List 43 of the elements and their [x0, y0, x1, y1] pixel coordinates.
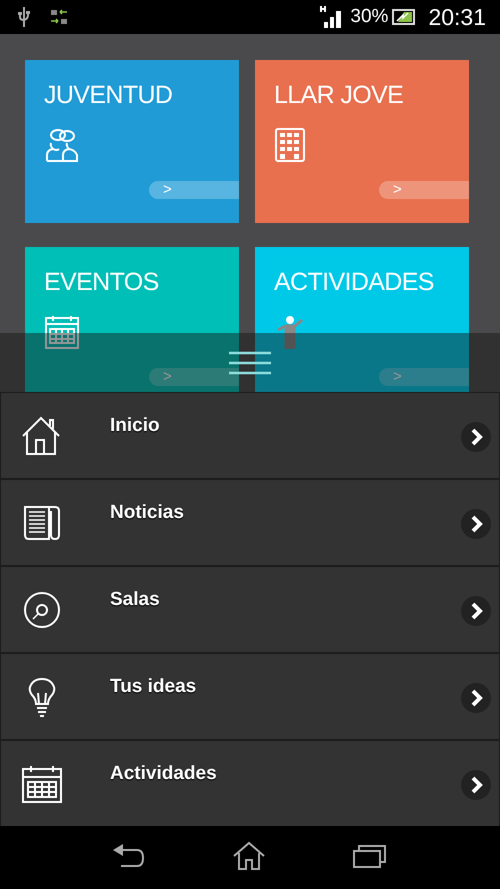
chevron-right-icon: [460, 682, 492, 714]
newspaper-icon: [23, 504, 61, 540]
usb-icon: [17, 6, 31, 28]
lightbulb-icon: [28, 676, 56, 716]
battery-charging-icon: [392, 8, 416, 26]
menu-handle-bar[interactable]: [0, 333, 500, 392]
building-icon: [275, 128, 305, 162]
menu-icon: [229, 350, 271, 374]
data-transfer-icon: [51, 9, 67, 25]
disc-icon: [23, 590, 61, 628]
tile-title: ACTIVIDADES: [274, 267, 434, 297]
menu-label: Tus ideas: [110, 675, 196, 699]
menu-item[interactable]: Actividades: [0, 741, 500, 826]
category-tile[interactable]: JUVENTUD >: [25, 60, 239, 223]
tile-title: EVENTOS: [44, 267, 159, 297]
back-icon[interactable]: [113, 844, 146, 868]
menu-item[interactable]: Noticias: [0, 480, 500, 565]
calendar-icon: [22, 764, 62, 802]
chevron-right-icon: [460, 769, 492, 801]
menu-item[interactable]: Inicio: [0, 393, 500, 478]
more-link[interactable]: >: [379, 181, 469, 199]
category-tile[interactable]: EVENTOS >: [25, 247, 239, 392]
house-icon: [22, 416, 62, 456]
calendar-icon: [45, 315, 79, 349]
people-icon: [45, 128, 79, 162]
tile-title: JUVENTUD: [44, 80, 172, 110]
home-icon[interactable]: [232, 840, 266, 870]
menu-label: Noticias: [110, 501, 184, 525]
menu-label: Salas: [110, 588, 160, 612]
category-tile[interactable]: LLAR JOVE >: [255, 60, 469, 223]
category-tile[interactable]: ACTIVIDADES >: [255, 247, 469, 392]
menu-item[interactable]: Tus ideas: [0, 654, 500, 739]
battery-percentage: 30%: [350, 4, 388, 29]
menu-label: Actividades: [110, 762, 217, 786]
menu-label: Inicio: [110, 414, 160, 438]
more-link[interactable]: >: [149, 181, 239, 199]
chevron-right-icon: [460, 595, 492, 627]
clock-time: 20:31: [428, 2, 486, 32]
tile-title: LLAR JOVE: [274, 80, 404, 110]
recent-apps-icon[interactable]: [352, 844, 387, 868]
chevron-right-icon: [460, 421, 492, 453]
chevron-right-icon: [460, 508, 492, 540]
menu-item[interactable]: Salas: [0, 567, 500, 652]
